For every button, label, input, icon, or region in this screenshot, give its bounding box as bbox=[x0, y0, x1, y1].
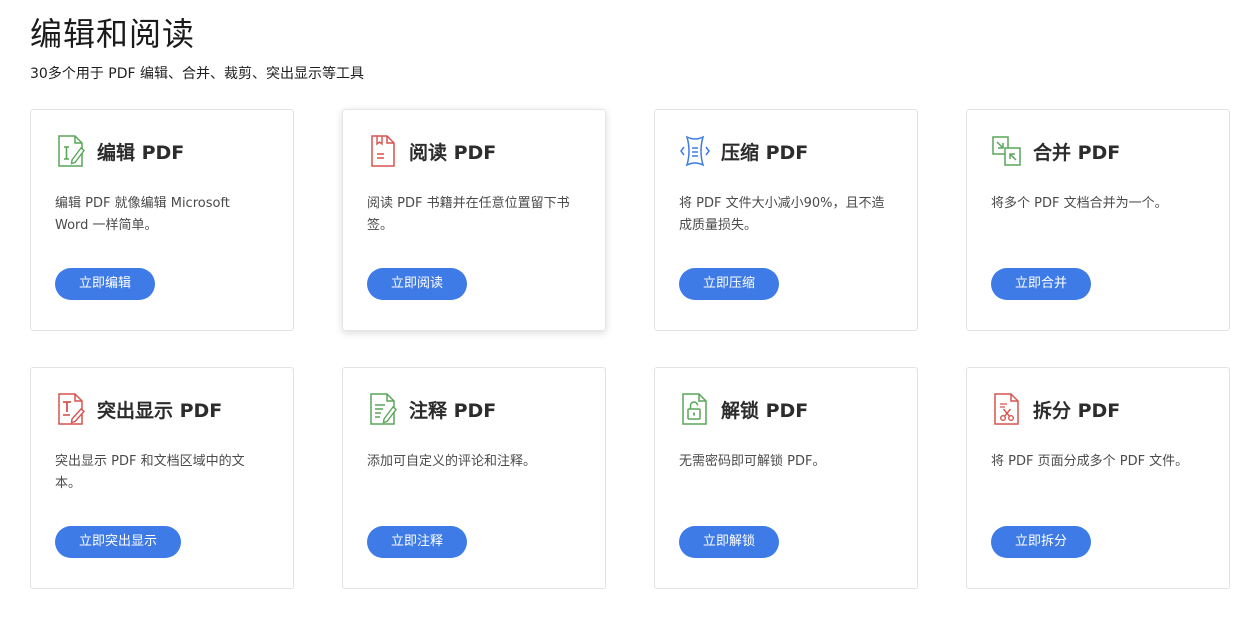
compress-now-button[interactable]: 立即压缩 bbox=[679, 268, 780, 300]
card-description: 将多个 PDF 文档合并为一个。 bbox=[991, 196, 1168, 211]
annotate-now-button[interactable]: 立即注释 bbox=[367, 526, 468, 558]
card-header: 突出显示 PDF bbox=[55, 392, 269, 426]
merge-now-button[interactable]: 立即合并 bbox=[991, 268, 1092, 300]
card-header: 合并 PDF bbox=[991, 134, 1205, 168]
tool-card-annotate: 注释 PDF 添加可自定义的评论和注释。 立即注释 bbox=[342, 367, 606, 589]
tools-grid: 编辑 PDF 编辑 PDF 就像编辑 Microsoft Word 一样简单。 … bbox=[30, 109, 1230, 589]
compress-pdf-icon bbox=[679, 134, 711, 168]
edit-now-button[interactable]: 立即编辑 bbox=[55, 268, 156, 300]
card-description: 添加可自定义的评论和注释。 bbox=[367, 454, 537, 469]
page-title: 编辑和阅读 bbox=[30, 15, 196, 53]
card-title: 编辑 PDF bbox=[97, 141, 185, 164]
highlight-pdf-icon bbox=[55, 392, 87, 426]
tool-card-split: 拆分 PDF 将 PDF 页面分成多个 PDF 文件。 立即拆分 bbox=[966, 367, 1230, 589]
unlock-now-button[interactable]: 立即解锁 bbox=[679, 526, 780, 558]
card-header: 压缩 PDF bbox=[679, 134, 893, 168]
page: 编辑和阅读 30多个用于 PDF 编辑、合并、裁剪、突出显示等工具 编辑 PDF… bbox=[0, 0, 1250, 623]
split-pdf-icon bbox=[991, 392, 1023, 426]
annotate-pdf-icon bbox=[367, 392, 399, 426]
card-description: 突出显示 PDF 和文档区域中的文本。 bbox=[55, 454, 245, 491]
unlock-pdf-icon bbox=[679, 392, 711, 426]
card-header: 阅读 PDF bbox=[367, 134, 581, 168]
read-now-button[interactable]: 立即阅读 bbox=[367, 268, 468, 300]
page-subtitle: 30多个用于 PDF 编辑、合并、裁剪、突出显示等工具 bbox=[30, 66, 364, 82]
card-description: 将 PDF 页面分成多个 PDF 文件。 bbox=[991, 454, 1189, 469]
card-header: 解锁 PDF bbox=[679, 392, 893, 426]
card-description: 编辑 PDF 就像编辑 Microsoft Word 一样简单。 bbox=[55, 196, 230, 233]
tool-card-highlight: 突出显示 PDF 突出显示 PDF 和文档区域中的文本。 立即突出显示 bbox=[30, 367, 294, 589]
card-title: 阅读 PDF bbox=[409, 141, 497, 164]
card-title: 合并 PDF bbox=[1033, 141, 1121, 164]
tool-card-unlock: 解锁 PDF 无需密码即可解锁 PDF。 立即解锁 bbox=[654, 367, 918, 589]
card-header: 注释 PDF bbox=[367, 392, 581, 426]
card-title: 解锁 PDF bbox=[721, 399, 809, 422]
card-header: 编辑 PDF bbox=[55, 134, 269, 168]
merge-pdf-icon bbox=[991, 134, 1023, 168]
card-title: 压缩 PDF bbox=[721, 141, 809, 164]
card-title: 突出显示 PDF bbox=[97, 399, 223, 422]
card-description: 阅读 PDF 书籍并在任意位置留下书签。 bbox=[367, 196, 570, 233]
card-header: 拆分 PDF bbox=[991, 392, 1205, 426]
card-description: 将 PDF 文件大小减小90%，且不造成质量损失。 bbox=[679, 196, 885, 233]
tool-card-edit: 编辑 PDF 编辑 PDF 就像编辑 Microsoft Word 一样简单。 … bbox=[30, 109, 294, 331]
read-pdf-icon bbox=[367, 134, 399, 168]
tool-card-read: 阅读 PDF 阅读 PDF 书籍并在任意位置留下书签。 立即阅读 bbox=[342, 109, 606, 331]
tool-card-merge: 合并 PDF 将多个 PDF 文档合并为一个。 立即合并 bbox=[966, 109, 1230, 331]
card-description: 无需密码即可解锁 PDF。 bbox=[679, 454, 826, 469]
split-now-button[interactable]: 立即拆分 bbox=[991, 526, 1092, 558]
card-title: 拆分 PDF bbox=[1033, 399, 1121, 422]
edit-pdf-icon bbox=[55, 134, 87, 168]
tool-card-compress: 压缩 PDF 将 PDF 文件大小减小90%，且不造成质量损失。 立即压缩 bbox=[654, 109, 918, 331]
card-title: 注释 PDF bbox=[409, 399, 497, 422]
highlight-now-button[interactable]: 立即突出显示 bbox=[55, 526, 182, 558]
